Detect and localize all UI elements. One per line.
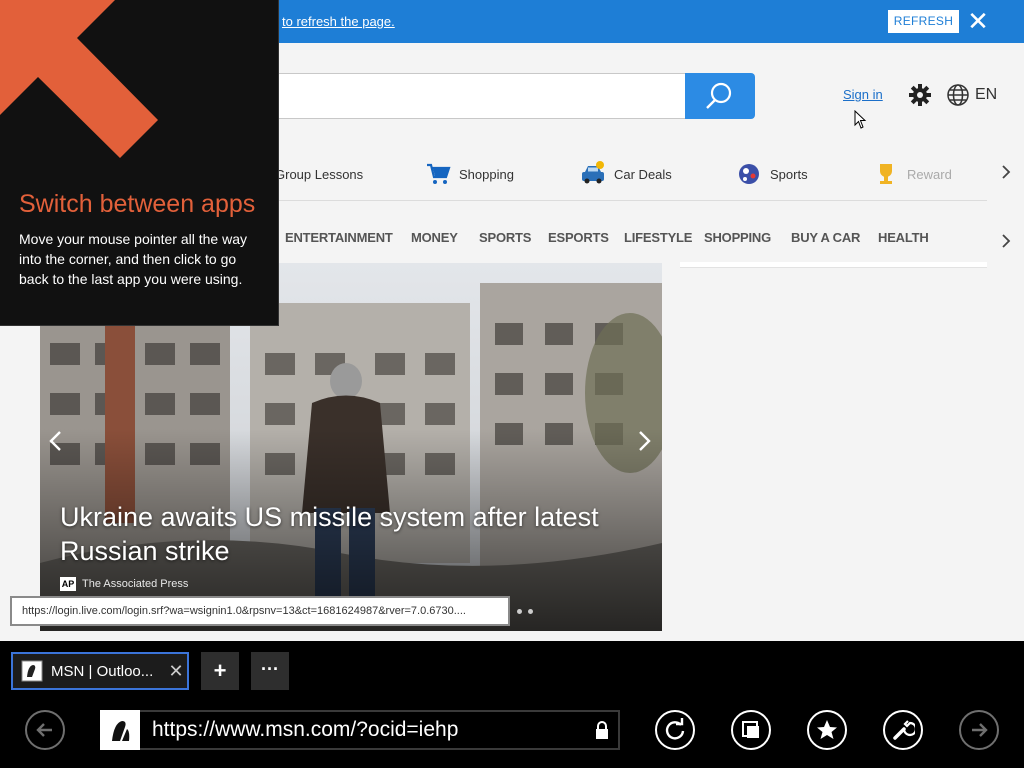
quicklink-label: Reward [907, 166, 952, 182]
quicklink-label: Group Lessons [275, 166, 364, 182]
forward-button[interactable] [959, 710, 999, 750]
hero-headline[interactable]: Ukraine awaits US missile system after l… [60, 500, 640, 568]
refresh-icon [665, 718, 685, 740]
favorites-button[interactable] [807, 710, 847, 750]
msn-favicon-icon [21, 660, 43, 682]
wrench-icon [893, 720, 915, 740]
quicklink-shopping[interactable]: Shopping [425, 160, 514, 188]
sports-ball-icon [739, 164, 759, 184]
language-selector[interactable]: EN [975, 86, 997, 104]
search-icon [706, 82, 732, 109]
hero-source: AP The Associated Press [60, 577, 188, 591]
carousel-dot[interactable] [528, 609, 533, 614]
new-tab-button[interactable]: + [201, 652, 239, 690]
nav-sports[interactable]: SPORTS [479, 230, 531, 245]
nav-lifestyle[interactable]: LIFESTYLE [624, 230, 692, 245]
msn-favicon-icon [100, 710, 140, 750]
tabs-icon [742, 721, 759, 738]
trophy-icon [880, 164, 892, 184]
sign-in-link[interactable]: Sign in [843, 87, 883, 102]
switch-apps-title: Switch between apps [19, 190, 256, 218]
nav-entertainment[interactable]: ENTERTAINMENT [285, 230, 393, 245]
ap-logo: AP [60, 577, 76, 591]
mouse-cursor-icon [854, 110, 867, 129]
back-button[interactable] [25, 710, 65, 750]
close-tab-icon[interactable]: ✕ [165, 661, 187, 682]
nav-money[interactable]: MONEY [411, 230, 458, 245]
notification-message[interactable]: to refresh the page. [282, 14, 395, 29]
carousel-next-icon[interactable] [634, 428, 654, 454]
star-icon [817, 720, 837, 739]
quicklink-rewards[interactable]: Reward [873, 160, 952, 188]
tab-msn[interactable]: MSN | Outloo... ✕ [11, 652, 189, 690]
carousel-prev-icon[interactable] [46, 428, 66, 454]
nav-esports[interactable]: ESPORTS [548, 230, 609, 245]
search-input[interactable] [275, 73, 686, 119]
right-panel-card [680, 262, 987, 268]
url-text[interactable]: https://www.msn.com/?ocid=iehp [140, 718, 586, 742]
globe-icon[interactable] [946, 83, 970, 107]
source-name: The Associated Press [82, 578, 189, 590]
status-url-tooltip: https://login.live.com/login.srf?wa=wsig… [10, 596, 510, 626]
carousel-dot[interactable] [517, 609, 522, 614]
quicklink-label: Sports [770, 166, 808, 182]
tabs-button[interactable] [731, 710, 771, 750]
divider [275, 200, 987, 201]
chevron-right-icon[interactable] [998, 163, 1014, 181]
switch-apps-tip: Switch between apps Move your mouse poin… [0, 0, 279, 326]
quicklink-car-deals[interactable]: Car Deals [580, 160, 672, 188]
address-field[interactable]: https://www.msn.com/?ocid=iehp [100, 710, 620, 750]
corner-arrow-icon [0, 0, 158, 158]
search-button[interactable] [685, 73, 755, 119]
nav-buy-a-car[interactable]: BUY A CAR [791, 230, 860, 245]
forward-arrow-icon [972, 723, 988, 737]
close-notification-icon[interactable]: ✕ [965, 8, 991, 34]
gear-icon[interactable] [906, 81, 934, 109]
quicklink-sports[interactable]: Sports [736, 160, 808, 188]
page-tools-button[interactable] [883, 710, 923, 750]
tab-title: MSN | Outloo... [51, 662, 154, 680]
shopping-cart-icon [427, 163, 451, 184]
lock-icon[interactable] [586, 718, 618, 742]
tab-options-button[interactable]: ··· [251, 652, 289, 690]
car-icon [582, 161, 604, 184]
refresh-button[interactable] [655, 710, 695, 750]
nav-shopping[interactable]: SHOPPING [704, 230, 771, 245]
quicklink-label: Car Deals [614, 166, 672, 182]
nav-health[interactable]: HEALTH [878, 230, 929, 245]
chevron-right-icon[interactable] [998, 232, 1014, 250]
quicklink-group-lessons[interactable]: Group Lessons [275, 160, 363, 188]
quicklink-label: Shopping [459, 166, 514, 182]
switch-apps-body: Move your mouse pointer all the way into… [19, 231, 247, 287]
back-arrow-icon [36, 723, 52, 737]
refresh-notification-button[interactable]: REFRESH [888, 10, 959, 33]
